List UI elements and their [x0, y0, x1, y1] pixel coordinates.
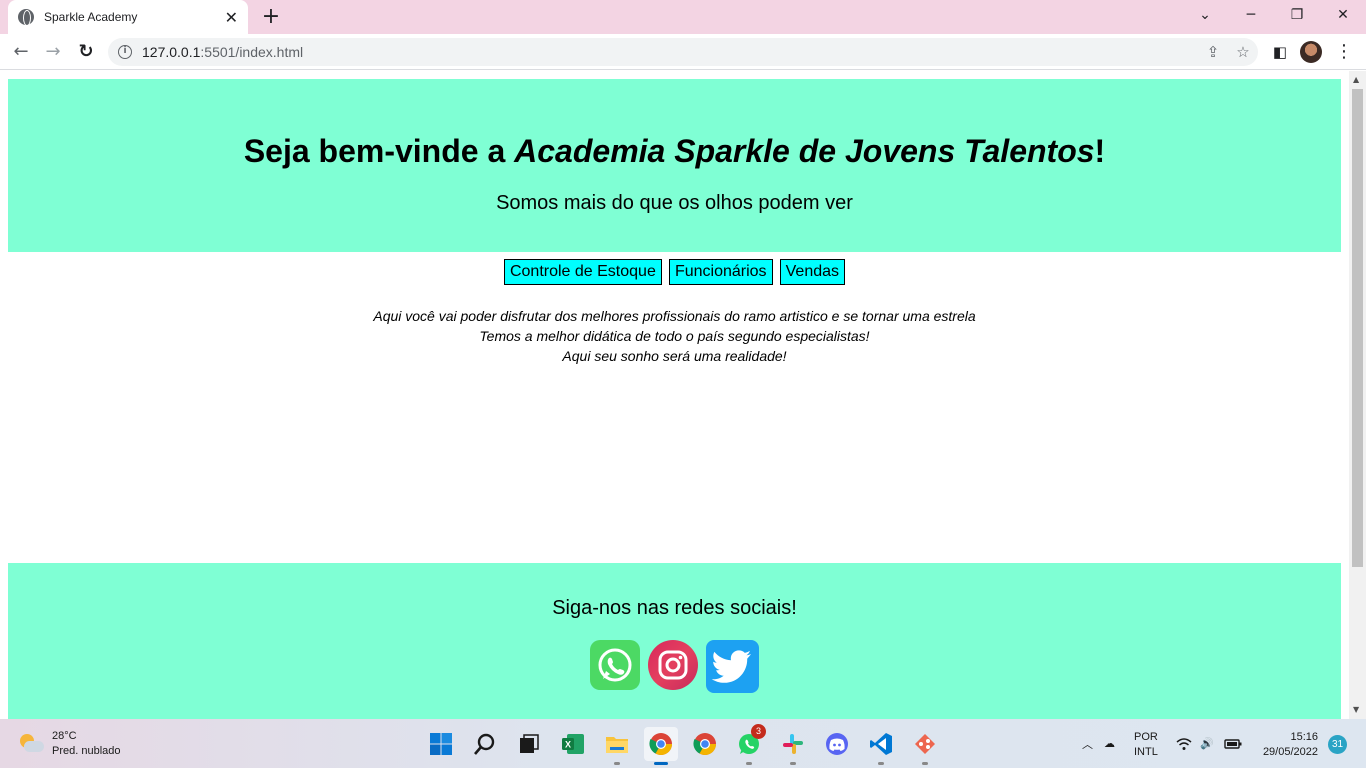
gitkraken-icon	[915, 734, 935, 754]
page-scrollbar[interactable]: ▲ ▼	[1349, 71, 1366, 719]
scroll-thumb[interactable]	[1352, 89, 1363, 567]
vscode-icon	[870, 733, 892, 755]
chrome-app-active[interactable]	[644, 727, 678, 765]
nav-vendas[interactable]: Vendas	[779, 259, 846, 285]
folder-icon	[606, 737, 628, 753]
excel-icon: X	[562, 734, 584, 754]
battery-icon[interactable]	[1224, 719, 1242, 768]
restore-button[interactable]: ❐	[1274, 0, 1320, 30]
discord-icon	[826, 733, 848, 755]
nav-funcionarios[interactable]: Funcionários	[668, 259, 773, 285]
scroll-down-icon[interactable]: ▼	[1353, 705, 1359, 714]
weather-desc: Pred. nublado	[52, 745, 121, 757]
intro-line: Temos a melhor didática de todo o país s…	[479, 328, 870, 344]
close-window-button[interactable]: ✕	[1320, 0, 1366, 30]
new-tab-button[interactable]: +	[258, 4, 284, 30]
url-path: :5501/index.html	[200, 44, 304, 60]
weather-widget[interactable]: 28°C Pred. nublado	[18, 729, 121, 759]
taskbar-apps: X 3	[424, 724, 942, 765]
title-suffix: !	[1094, 133, 1106, 169]
forward-icon[interactable]: →	[41, 40, 65, 64]
minimize-button[interactable]: ─	[1228, 0, 1274, 30]
page-title: Seja bem-vinde a Academia Sparkle de Jov…	[8, 133, 1341, 170]
browser-toolbar: ← → ↻ i 127.0.0.1:5501/index.html ⇪ ☆ ◧ …	[0, 34, 1366, 70]
git-app[interactable]	[908, 727, 942, 765]
search-icon	[474, 733, 495, 755]
tab-title: Sparkle Academy	[44, 10, 138, 24]
globe-icon	[18, 9, 34, 26]
task-view-button[interactable]	[512, 727, 546, 761]
browser-tab[interactable]: Sparkle Academy ✕	[8, 0, 248, 34]
excel-app[interactable]: X	[556, 727, 590, 761]
notification-center-badge[interactable]: 31	[1328, 735, 1347, 754]
volume-icon[interactable]: 🔊	[1200, 719, 1214, 768]
url-text[interactable]: 127.0.0.1:5501/index.html	[142, 44, 1198, 60]
discord-app[interactable]	[820, 727, 854, 761]
chrome-profile-app[interactable]	[688, 727, 722, 761]
slack-app[interactable]	[776, 727, 810, 765]
search-button[interactable]	[468, 727, 502, 761]
clock-date: 29/05/2022	[1262, 746, 1318, 758]
menu-kebab-icon[interactable]: ⋮	[1332, 40, 1356, 64]
browser-titlebar: Sparkle Academy ✕ + ⌄ ─ ❐ ✕	[0, 0, 1366, 34]
tab-close-icon[interactable]: ✕	[225, 8, 238, 27]
task-view-icon	[520, 734, 539, 753]
page-subtitle: Somos mais do que os olhos podem ver	[496, 192, 853, 214]
social-links	[8, 640, 1341, 693]
slack-icon	[783, 734, 803, 754]
footer-title: Siga-nos nas redes sociais!	[552, 597, 797, 619]
site-info-icon[interactable]: i	[118, 45, 132, 59]
whatsapp-badge: 3	[751, 724, 766, 739]
site-header: Seja bem-vinde a Academia Sparkle de Jov…	[8, 79, 1341, 252]
bookmark-star-icon[interactable]: ☆	[1228, 43, 1258, 61]
share-icon[interactable]: ⇪	[1198, 43, 1228, 61]
whatsapp-app[interactable]: 3	[732, 724, 766, 765]
page-viewport: Seja bem-vinde a Academia Sparkle de Jov…	[0, 71, 1349, 719]
url-host: 127.0.0.1	[142, 44, 201, 60]
windows-logo-icon	[430, 733, 452, 755]
keyboard-layout: INTL	[1134, 746, 1158, 758]
tab-search-button[interactable]: ⌄	[1182, 0, 1228, 30]
language-code: POR	[1134, 731, 1158, 743]
instagram-icon[interactable]	[648, 640, 698, 690]
system-clock[interactable]: 15:16 29/05/2022	[1254, 730, 1318, 760]
main-nav: Controle de Estoque Funcionários Vendas	[0, 259, 1349, 285]
language-indicator[interactable]: POR INTL	[1134, 730, 1158, 760]
windows-taskbar: 28°C Pred. nublado X 3 ︿ ☁ POR INTL 🔊 15…	[0, 719, 1366, 768]
file-explorer-app[interactable]	[600, 727, 634, 765]
wifi-icon[interactable]	[1176, 719, 1192, 768]
title-academy-name: Academia Sparkle de Jovens Talentos	[514, 133, 1095, 169]
profile-avatar[interactable]	[1300, 41, 1322, 63]
twitter-icon[interactable]	[706, 640, 759, 693]
svg-text:X: X	[565, 740, 571, 750]
site-footer: Siga-nos nas redes sociais!	[8, 563, 1341, 719]
whatsapp-icon[interactable]	[590, 640, 640, 690]
clock-time: 15:16	[1290, 731, 1318, 743]
partly-cloudy-icon	[18, 734, 44, 754]
address-bar[interactable]: i 127.0.0.1:5501/index.html ⇪ ☆	[108, 38, 1258, 66]
intro-line: Aqui você vai poder disfrutar dos melhor…	[373, 308, 976, 324]
scroll-up-icon[interactable]: ▲	[1353, 75, 1359, 84]
nav-controle-estoque[interactable]: Controle de Estoque	[503, 259, 662, 285]
start-button[interactable]	[424, 727, 458, 761]
intro-text: Aqui você vai poder disfrutar dos melhor…	[0, 306, 1349, 366]
reload-icon[interactable]: ↻	[74, 40, 98, 64]
show-hidden-icons[interactable]: ︿	[1082, 719, 1093, 768]
vscode-app[interactable]	[864, 727, 898, 765]
back-icon[interactable]: ←	[9, 40, 33, 64]
chrome-icon	[693, 733, 716, 755]
chrome-icon	[649, 733, 672, 755]
onedrive-icon[interactable]: ☁	[1104, 719, 1115, 768]
intro-line: Aqui seu sonho será uma realidade!	[562, 348, 787, 364]
title-prefix: Seja bem-vinde a	[243, 133, 515, 169]
side-panel-icon[interactable]: ◧	[1268, 40, 1292, 64]
weather-temp: 28°C	[52, 730, 77, 742]
